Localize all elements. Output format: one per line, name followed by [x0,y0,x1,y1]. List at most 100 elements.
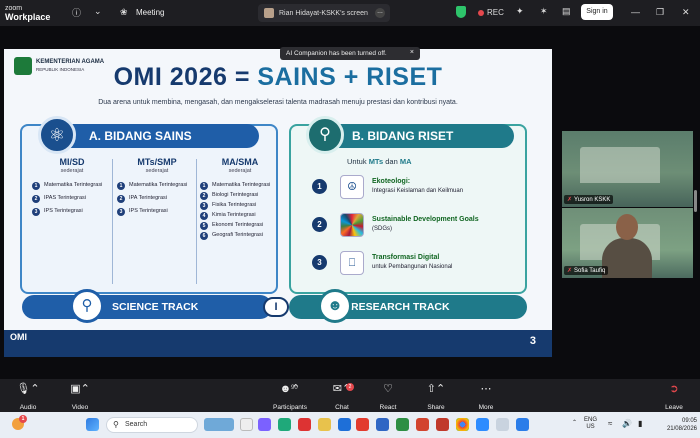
participant-label: ✗ Sofia Taufiq [564,266,609,275]
more-button[interactable]: ⋯ More [464,382,508,414]
item-number: 5 [200,222,208,230]
copilot-icon[interactable] [258,418,271,431]
chevron-up-icon[interactable]: ⌃ [572,420,577,427]
item-text: Biologi Terintegrasi [212,192,259,198]
encryption-shield-icon[interactable] [456,6,466,18]
taskbar-clock[interactable]: 09:05 21/08/2026 [657,417,697,433]
battery-icon[interactable]: ▮ [638,420,642,428]
paw-icon: ❀ [120,7,128,17]
track-divider: I [263,297,289,317]
item-text: Geografi Terintegrasi [212,232,263,238]
weather-widget-icon[interactable]: 1 [12,415,27,430]
task-view-icon[interactable] [240,418,253,431]
riset-title: Transformasi Digital [372,254,440,261]
store-icon[interactable] [338,418,351,431]
zoom-app-icon[interactable] [476,418,489,431]
participant-video [602,214,652,278]
riset-desc: (SDGs) [372,226,392,232]
close-icon[interactable]: ✕ [682,7,690,18]
audio-button[interactable]: 🎙⌃ Audio [6,382,50,414]
powerpoint-icon[interactable] [436,418,449,431]
chrome-icon[interactable] [456,418,469,431]
info-icon[interactable]: ⓘ [72,6,81,19]
app-icon[interactable] [496,418,509,431]
riset-desc: Integrasi Keislaman dan Keilmuan [372,188,464,194]
participants-button[interactable]: ☻⌃ 90 Participants [262,382,318,414]
sdg-wheel-icon [340,213,364,237]
video-tile[interactable]: ✗ Sofia Taufiq [562,208,693,278]
participant-name: Yusron KSKK [574,196,611,203]
windows-taskbar: 1 ⚲ Search ⌃ ENG US ≈ 🔊 ▮ 09:05 21/08/2026 [0,412,700,438]
title-part1: OMI 2026 = [113,63,258,91]
excel-icon[interactable] [396,418,409,431]
zoom-logo: zoom Workplace [5,4,50,22]
clock-time: 09:05 [681,418,697,424]
column-heading: MA/SMA [221,157,259,167]
sign-in-button[interactable]: Sign in [581,4,613,20]
presenter-label: Rian Hidayat-KSKK's screen [279,9,368,17]
meeting-toolbar: 🎙⌃ Audio ▣⌃ Video ☻⌃ 90 Participants ✉⌃ 2 Chat… [0,379,700,412]
wifi-icon[interactable]: ≈ [608,420,612,428]
riset-desc: untuk Pembangunan Nasional [372,264,453,270]
leave-button[interactable]: ➲ Leave [652,382,696,414]
video-tile[interactable]: ✗ Yusron KSKK [562,131,693,207]
item-number: 3 [200,202,208,210]
recording-indicator[interactable]: REC [478,8,504,17]
sparkle-icon[interactable]: ✶ [540,6,548,17]
file-explorer-icon[interactable] [318,418,331,431]
gallery-scrollbar[interactable] [694,190,697,212]
volume-icon[interactable]: 🔊 [622,420,632,428]
mosque-book-icon: ☮ [340,175,364,199]
share-more-button[interactable]: … [375,8,385,18]
riset-intro-ma: MA [399,157,412,166]
restore-icon[interactable]: ❐ [656,7,664,18]
search-icon: ⚲ [113,420,119,429]
screen-share-indicator[interactable]: Rian Hidayat-KSKK's screen … [258,4,390,22]
item-text: Kimia Terintegrasi [212,212,256,218]
riset-title: Sustainable Development Goals [372,216,479,223]
audio-label: Audio [19,404,37,411]
language-indicator[interactable]: ENG US [584,417,597,431]
word-icon[interactable] [376,418,389,431]
zoom-window: zoom Workplace ⓘ ⌄ ❀ Meeting Rian Hidaya… [0,0,700,438]
column-mi-sd: MI/SD sederajat 1 Matematika Terintegrasi… [32,157,112,221]
item-text: IPS Terintegrasi [44,208,83,214]
windows-start-icon[interactable] [86,418,99,431]
meeting-label: Meeting [136,8,165,17]
mcafee-icon[interactable] [298,418,311,431]
more-label: More [478,404,494,411]
item-number: 3 [32,208,40,216]
list-item: 2 IPA Terintegrasi [117,195,197,203]
ai-companion-toast: AI Companion has been turned off. × [280,47,420,60]
riset-item: 3 ⎕ Transformasi Digital untuk Pembangun… [312,251,512,275]
column-heading: MTs/SMP [137,157,177,167]
toast-close-button[interactable]: × [410,49,414,56]
item-number: 3 [117,208,125,216]
chat-label: Chat [335,404,349,411]
column-divider [112,159,113,284]
item-number: 2 [200,192,208,200]
video-button[interactable]: ▣⌃ Video [58,382,102,414]
laptop-icon: ⎕ [340,251,364,275]
chevron-down-icon[interactable]: ⌄ [94,6,102,17]
notes-icon[interactable]: ▤ [562,6,571,17]
science-track-banner: SCIENCE TRACK [22,295,272,319]
chat-button[interactable]: ✉⌃ 2 Chat [320,382,364,414]
opera-icon[interactable] [416,418,429,431]
search-placeholder: Search [125,421,148,428]
widgets-icon[interactable] [204,418,234,431]
react-button[interactable]: ♡ React [366,382,410,414]
slide-title: OMI 2026 = SAINS + RISET [4,63,552,92]
magic-wand-icon[interactable]: ✦ [516,6,524,17]
l-app-icon[interactable] [356,418,369,431]
panel-a-title: A. BIDANG SAINS [59,124,259,148]
rec-dot-icon [478,9,484,16]
edge-icon[interactable] [278,418,291,431]
chat-badge: 2 [346,383,354,391]
app-icon[interactable] [516,418,529,431]
panel-b-title: B. BIDANG RISET [324,124,514,148]
minimize-icon[interactable]: — [631,7,640,17]
share-button[interactable]: ⇧⌃ Share [414,382,458,414]
slide-footer: OMI 3 [4,330,552,357]
taskbar-search[interactable]: ⚲ Search [106,417,198,433]
